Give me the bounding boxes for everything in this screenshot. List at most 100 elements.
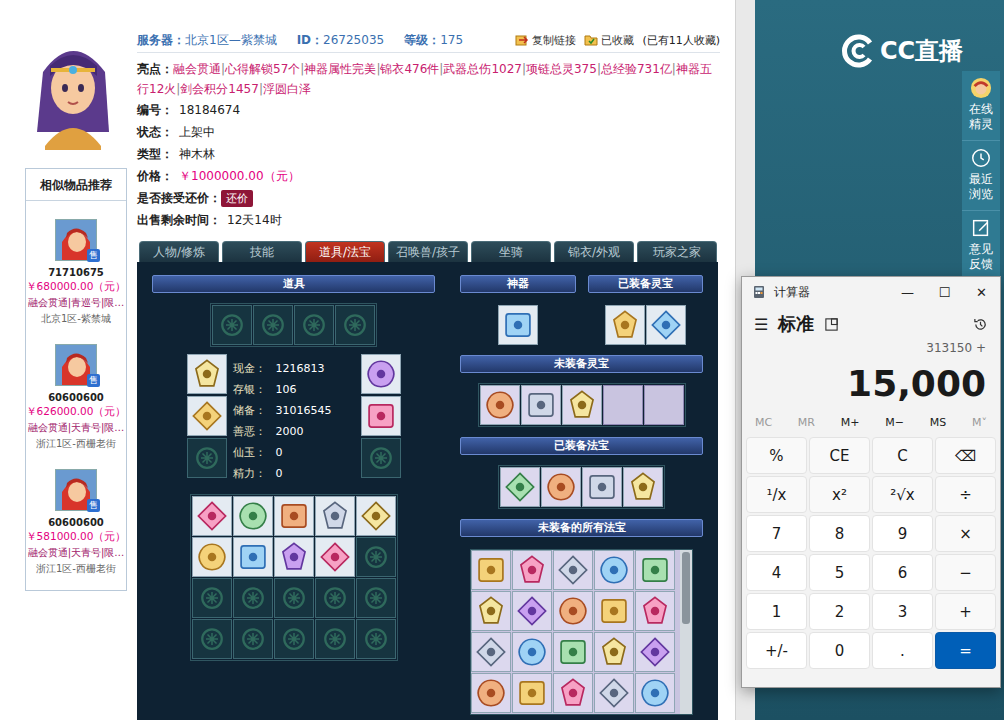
fabao-slot[interactable] <box>553 591 593 631</box>
scrollbar-thumb[interactable] <box>682 552 690 624</box>
tab[interactable]: 技能 <box>222 241 302 262</box>
lingbao-slot[interactable] <box>646 305 686 345</box>
calculator-key[interactable]: = <box>935 632 996 669</box>
equipment-slot[interactable] <box>361 354 401 394</box>
fabao-slot[interactable] <box>512 591 552 631</box>
tab[interactable]: 人物/修炼 <box>139 241 219 262</box>
fabao-slot[interactable] <box>635 632 675 672</box>
memory-button[interactable]: M− <box>885 416 904 429</box>
artifact-slot[interactable] <box>498 305 538 345</box>
side-button[interactable]: 意见反馈 <box>962 211 1000 281</box>
bag-slot[interactable] <box>315 496 355 536</box>
fabao-slot[interactable] <box>635 673 675 713</box>
menu-button[interactable]: ☰ <box>754 315 768 334</box>
calculator-key[interactable]: 3 <box>872 593 933 630</box>
fabao-slot[interactable] <box>635 591 675 631</box>
tab[interactable]: 坐骑 <box>471 241 551 262</box>
tab[interactable]: 道具/法宝 <box>305 241 385 262</box>
bag-slot[interactable] <box>274 537 314 577</box>
fabao-slot[interactable] <box>471 632 511 672</box>
calculator-key[interactable]: 9 <box>872 515 933 552</box>
fabao-slot[interactable] <box>553 673 593 713</box>
calculator-key[interactable]: 6 <box>872 554 933 591</box>
stat-label: 储备： <box>233 400 266 421</box>
calculator-key[interactable]: ¹/x <box>746 476 807 513</box>
recommend-item[interactable]: 售60600600￥581000.00（元）融会贯通|天青号|限…浙江1区-西栅… <box>26 451 126 576</box>
calculator-key[interactable]: 8 <box>809 515 870 552</box>
fabao-slot[interactable] <box>553 632 593 672</box>
fabao-slot[interactable] <box>512 550 552 590</box>
fabao-slot[interactable] <box>594 550 634 590</box>
fabao-slot[interactable] <box>594 591 634 631</box>
tab[interactable]: 锦衣/外观 <box>554 241 634 262</box>
lingbao-slot[interactable] <box>562 385 602 425</box>
calculator-key[interactable]: CE <box>809 437 870 474</box>
bag-slot[interactable] <box>274 496 314 536</box>
item-icon <box>236 540 270 574</box>
lingbao-slot[interactable] <box>521 385 561 425</box>
window-control-button[interactable]: ☐ <box>926 285 963 300</box>
favorite-button[interactable]: 已收藏 <box>584 33 634 48</box>
calculator-key[interactable]: × <box>935 515 996 552</box>
bag-slot[interactable] <box>192 496 232 536</box>
fabao-slot[interactable] <box>541 467 581 507</box>
memory-button[interactable]: MS <box>930 416 946 429</box>
fabao-slot[interactable] <box>500 467 540 507</box>
equipment-slot[interactable] <box>187 354 227 394</box>
bag-slot[interactable] <box>233 496 273 536</box>
calculator-key[interactable]: . <box>872 632 933 669</box>
equipment-slot[interactable] <box>361 396 401 436</box>
calculator-key[interactable]: 2 <box>809 593 870 630</box>
window-control-button[interactable]: — <box>889 285 926 300</box>
tab[interactable]: 玩家之家 <box>637 241 717 262</box>
recommend-item[interactable]: 售71710675￥680000.00（元）融会贯通|青巡号|限…北京1区-紫禁… <box>26 201 126 326</box>
calculator-key[interactable]: 0 <box>809 632 870 669</box>
fabao-slot[interactable] <box>553 550 593 590</box>
calculator-key[interactable]: 4 <box>746 554 807 591</box>
lingbao-slot[interactable] <box>605 305 645 345</box>
fabao-slot[interactable] <box>594 632 634 672</box>
calculator-key[interactable]: − <box>935 554 996 591</box>
bag-slot[interactable] <box>356 496 396 536</box>
fabao-slot[interactable] <box>512 673 552 713</box>
fabao-slot[interactable] <box>594 673 634 713</box>
calculator-key[interactable]: ⌫ <box>935 437 996 474</box>
bag-slot[interactable] <box>315 537 355 577</box>
side-button[interactable]: 在线精灵 <box>962 71 1000 141</box>
calculator-key[interactable]: +/- <box>746 632 807 669</box>
fabao-slot[interactable] <box>623 467 663 507</box>
bag-slot[interactable] <box>233 537 273 577</box>
fabao-slot[interactable] <box>471 673 511 713</box>
recommend-avatar[interactable]: 售 <box>55 344 97 386</box>
calculator-key[interactable]: ²√x <box>872 476 933 513</box>
copy-link-button[interactable]: 复制链接 <box>515 33 576 48</box>
fabao-slot[interactable] <box>512 632 552 672</box>
bag-slot[interactable] <box>192 537 232 577</box>
calculator-key[interactable]: 5 <box>809 554 870 591</box>
calculator-key[interactable]: 7 <box>746 515 807 552</box>
keep-on-top-icon[interactable] <box>824 317 839 332</box>
fabao-slot[interactable] <box>471 591 511 631</box>
fabao-slot[interactable] <box>635 550 675 590</box>
fabao-slot[interactable] <box>471 550 511 590</box>
recommend-item[interactable]: 售60600600￥626000.00（元）融会贯通|天青号|限…浙江1区-西栅… <box>26 326 126 451</box>
bargain-button[interactable]: 还价 <box>221 190 253 207</box>
lingbao-slot[interactable] <box>480 385 520 425</box>
side-button[interactable]: 最近浏览 <box>962 141 1000 211</box>
equipment-slot[interactable] <box>187 396 227 436</box>
history-icon[interactable] <box>973 317 988 332</box>
fabao-icon <box>597 594 631 628</box>
memory-button[interactable]: M+ <box>841 416 860 429</box>
calculator-key[interactable]: + <box>935 593 996 630</box>
recommend-avatar[interactable]: 售 <box>55 469 97 511</box>
tab[interactable]: 召唤兽/孩子 <box>388 241 468 262</box>
calculator-key[interactable]: ÷ <box>935 476 996 513</box>
calculator-key[interactable]: 1 <box>746 593 807 630</box>
window-control-button[interactable]: ✕ <box>963 285 1000 300</box>
calculator-key[interactable]: % <box>746 437 807 474</box>
recommend-avatar[interactable]: 售 <box>55 219 97 261</box>
calculator-key[interactable]: x² <box>809 476 870 513</box>
fabao-scrollbar[interactable] <box>680 550 692 714</box>
fabao-slot[interactable] <box>582 467 622 507</box>
calculator-key[interactable]: C <box>872 437 933 474</box>
